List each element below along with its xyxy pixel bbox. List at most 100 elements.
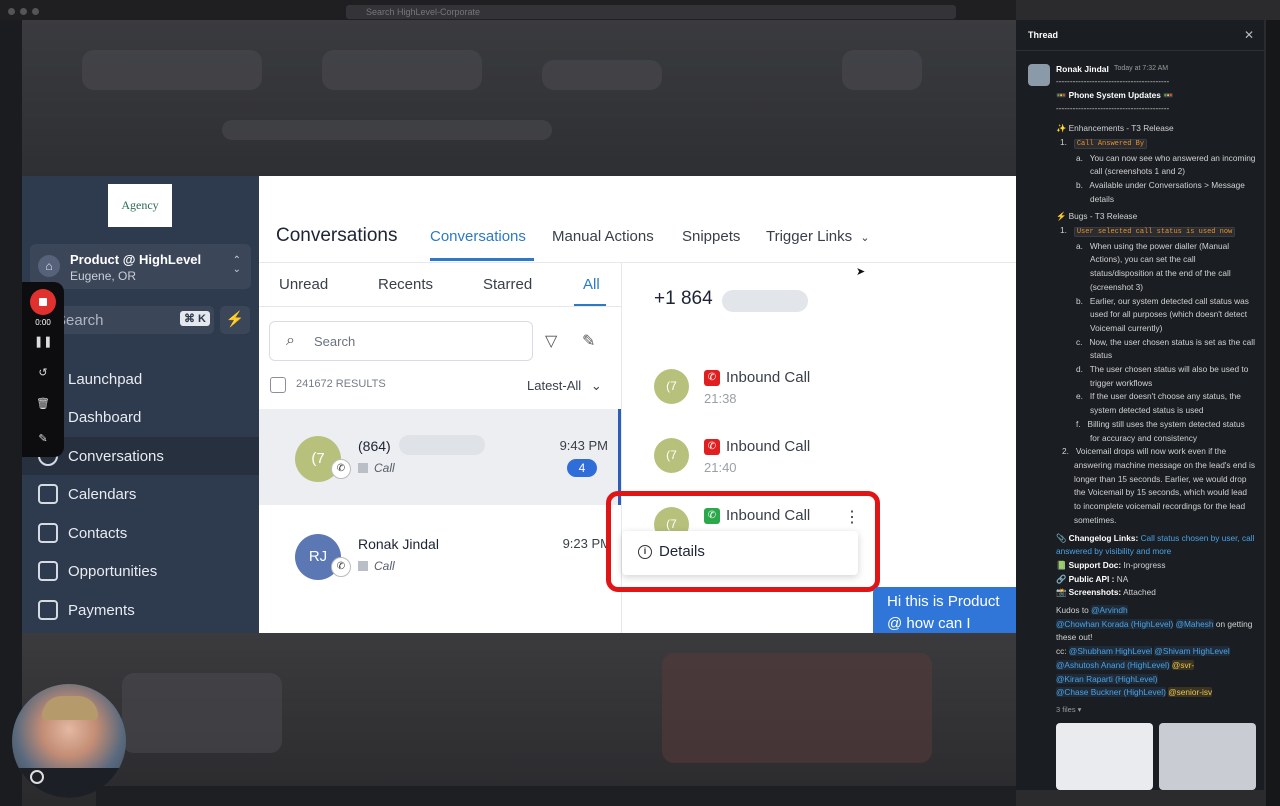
phone-icon: ✆	[331, 459, 351, 479]
sidebar-item-contacts[interactable]: Contacts	[22, 514, 259, 552]
message-author[interactable]: Ronak Jindal	[1056, 64, 1109, 74]
pause-icon[interactable]: ❚❚	[34, 335, 52, 348]
sidebar-item-label: Launchpad	[68, 370, 143, 388]
files-toggle[interactable]: 3 files ▾	[1056, 703, 1256, 717]
stop-recording-button[interactable]	[30, 289, 56, 315]
close-dot-icon[interactable]	[8, 8, 15, 15]
blurred-background-top	[22, 20, 1016, 176]
subtab-unread[interactable]: Unread	[279, 276, 328, 293]
code-snippet: User selected call status is used now	[1073, 227, 1236, 238]
filter-icon[interactable]: ▽	[545, 331, 557, 351]
file-thumbnail[interactable]	[1159, 723, 1256, 790]
logo-text: Agency	[121, 198, 159, 212]
trash-icon[interactable]: 🗑	[34, 397, 52, 410]
redacted-number	[399, 435, 485, 455]
type-label: Call	[374, 559, 395, 573]
chevron-down-icon: ⌄	[590, 378, 602, 393]
close-icon[interactable]: ✕	[1244, 28, 1254, 42]
conversation-row[interactable]: RJ ✆ Ronak Jindal Call 9:23 PM	[259, 507, 621, 603]
sidebar-item-label: Opportunities	[68, 562, 158, 580]
contact-phone: +1 864	[654, 288, 713, 309]
conversation-detail-pane: +1 864 (7 ✆ Inbound Call 21:38 (7 ✆ Inbo…	[606, 263, 1016, 633]
call-message[interactable]: (7 ✆ Inbound Call 21:38	[654, 369, 954, 413]
conversation-row[interactable]: (7 ✆ (864) Call 9:43 PM 4	[259, 409, 621, 505]
blurred-bottom-bar	[96, 786, 1016, 806]
code-snippet: Call Answered By	[1073, 138, 1148, 149]
maximize-dot-icon[interactable]	[32, 8, 39, 15]
agency-logo[interactable]: Agency	[108, 184, 172, 227]
quick-actions-bolt-button[interactable]: ⚡	[220, 306, 250, 334]
avatar: (7	[654, 369, 689, 404]
message-time[interactable]: Today at 7:32 AM	[1114, 65, 1168, 72]
tab-manual-actions[interactable]: Manual Actions	[552, 228, 654, 245]
sort-select[interactable]: Latest-All ⌄	[527, 378, 602, 394]
subtab-divider	[259, 306, 621, 307]
sidebar-item-payments[interactable]: Payments	[22, 591, 259, 629]
subtab-starred[interactable]: Starred	[483, 276, 532, 293]
tab-trigger-links[interactable]: Trigger Links ⌄	[766, 228, 870, 245]
type-label: Call	[374, 461, 395, 475]
file-thumbnail[interactable]	[1056, 723, 1153, 790]
select-all-checkbox[interactable]	[270, 377, 286, 393]
account-switcher[interactable]: ⌂ Product @ HighLevel Eugene, OR ⌃ ⌄	[30, 244, 251, 289]
tab-snippets[interactable]: Snippets	[682, 228, 740, 245]
mention[interactable]: @Kiran Raparti (HighLevel)	[1056, 673, 1158, 684]
phone-icon: ✆	[704, 439, 720, 455]
browser-top-bar: Search HighLevel-Corporate	[0, 0, 1016, 20]
account-location: Eugene, OR	[70, 269, 137, 283]
mention[interactable]: @Chase Buckner (HighLevel)	[1056, 687, 1166, 698]
mention[interactable]: @Shivam HighLevel	[1154, 646, 1230, 657]
browser-search-bar[interactable]: Search HighLevel-Corporate	[346, 5, 956, 19]
call-time: 21:38	[704, 391, 737, 406]
conversation-search-input[interactable]: ⌕ Search	[269, 321, 533, 361]
screen-recorder-controls: 0:00 ❚❚ ↺ 🗑 ✎	[22, 282, 64, 457]
minimize-dot-icon[interactable]	[20, 8, 27, 15]
mention[interactable]: @senior-isv	[1168, 687, 1213, 698]
sidebar-item-calendars[interactable]: Calendars	[22, 475, 259, 513]
recording-timer: 0:00	[35, 318, 51, 327]
call-message[interactable]: (7 ✆ Inbound Call 21:40	[654, 438, 954, 482]
sidebar-item-opportunities[interactable]: Opportunities	[22, 552, 259, 590]
avatar[interactable]	[1028, 64, 1050, 86]
sidebar-item-label: Conversations	[68, 447, 164, 465]
subtab-recents[interactable]: Recents	[378, 276, 433, 293]
search-icon: ⌕	[286, 332, 295, 349]
unread-count-badge: 4	[567, 459, 597, 477]
mention[interactable]: @Chowhan Korada (HighLevel)	[1056, 618, 1174, 629]
annotation-highlight-box	[606, 491, 880, 592]
sidebar-item-label: Calendars	[68, 485, 137, 503]
message-type-icon	[358, 463, 368, 473]
list-item: Billing still uses the system detected s…	[1087, 418, 1245, 443]
compose-icon[interactable]: ✎	[582, 331, 595, 351]
sidebar-item-label: Contacts	[68, 524, 128, 542]
conversation-time: 9:43 PM	[559, 438, 608, 453]
mention[interactable]: @Mahesh	[1175, 618, 1214, 629]
mention[interactable]: @Ashutosh Anand (HighLevel)	[1056, 659, 1170, 670]
thread-divider	[1016, 50, 1264, 51]
list-item: Now, the user chosen status is set as th…	[1089, 336, 1255, 361]
screenshots-label: 📸 Screenshots:	[1056, 587, 1122, 598]
chevron-down-icon: ⌄	[860, 232, 870, 244]
phone-icon: ✆	[704, 370, 720, 386]
mention[interactable]: @Arvindh	[1091, 605, 1128, 616]
payment-icon	[38, 600, 58, 620]
conversation-type: Call	[358, 559, 395, 573]
tab-conversations[interactable]: Conversations	[430, 228, 526, 245]
shirt-logo-icon	[30, 770, 44, 784]
thread-scrollbar[interactable]	[1266, 20, 1280, 806]
mention[interactable]: @Shubham HighLevel	[1068, 646, 1153, 657]
conversation-name: (864)	[358, 438, 391, 454]
divider-text: ----------------------------------------…	[1056, 103, 1170, 114]
list-item: Voicemail drops will now work even if th…	[1074, 446, 1255, 525]
mention[interactable]: @svr-	[1171, 659, 1195, 670]
phone-icon: ✆	[331, 557, 351, 577]
subtab-all[interactable]: All	[583, 276, 600, 293]
restart-icon[interactable]: ↺	[34, 366, 52, 379]
list-item: If the user doesn't choose any status, t…	[1089, 391, 1241, 416]
changelog-label: 📎 Changelog Links:	[1056, 532, 1139, 543]
pen-icon[interactable]: ✎	[34, 432, 52, 445]
account-name: Product @ HighLevel	[70, 252, 202, 267]
support-value: In-progress	[1123, 559, 1166, 570]
blurred-background-bottom	[22, 633, 1016, 806]
thread-panel: Thread ✕ Ronak Jindal Today at 7:32 AM -…	[1016, 20, 1264, 790]
